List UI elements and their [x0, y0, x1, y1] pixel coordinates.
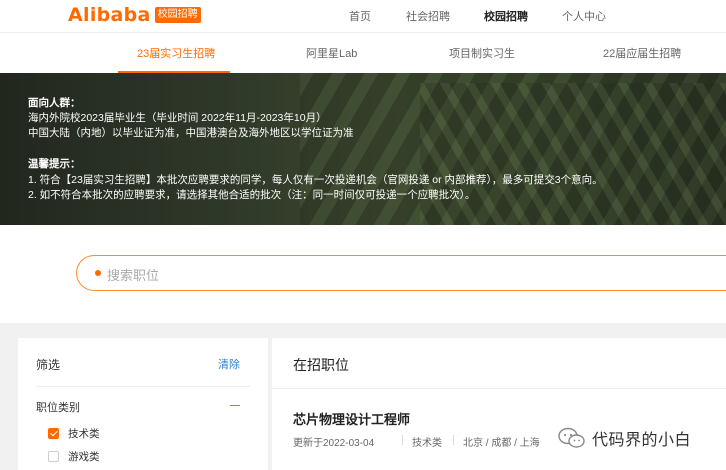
filter-option-tech[interactable]: 技术类 [48, 426, 100, 441]
open-positions-panel: 在招职位 芯片物理设计工程师 更新于2022-03-04 技术类 北京 / 成都… [272, 338, 726, 470]
batch-tabs: 23届实习生招聘 阿里星Lab 项目制实习生 22届应届生招聘 [0, 32, 726, 73]
tips-heading: 温馨提示： [28, 158, 81, 170]
divider [272, 388, 726, 389]
audience-line: 中国大陆（内地）以毕业证为准，中国港澳台及海外地区以学位证为准 [28, 127, 354, 139]
search-placeholder: 搜索职位 [107, 268, 160, 283]
collapse-icon[interactable] [230, 405, 240, 406]
alibaba-logo[interactable]: Alibaba 校园招聘 [68, 4, 201, 26]
divider [36, 386, 250, 387]
audience-line: 海内外院校2023届毕业生（毕业时间 2022年11月-2023年10月） [28, 112, 327, 124]
filter-option-label: 游戏类 [68, 451, 100, 463]
job-updated-date: 更新于2022-03-04 [293, 438, 375, 449]
info-banner: 面向人群： 海内外院校2023届毕业生（毕业时间 2022年11月-2023年1… [0, 73, 726, 225]
nav-campus-recruitment[interactable]: 校园招聘 [484, 8, 528, 24]
banner-overlay [0, 73, 726, 225]
filter-option-label: 技术类 [68, 428, 100, 440]
clear-filter-button[interactable]: 清除 [218, 356, 240, 372]
job-category: 技术类 [412, 438, 442, 449]
tips-line: 2. 如不符合本批次的应聘要求，请选择其他合适的批次（注：同一时间仅可投递一个应… [28, 189, 476, 201]
job-title-link[interactable]: 芯片物理设计工程师 [293, 409, 410, 428]
tips-line: 1. 符合【23届实习生招聘】本批次应聘要求的同学，每人仅有一次投递机会（官网投… [28, 174, 603, 186]
wechat-official-account-icon [558, 427, 585, 448]
tab-22-graduate[interactable]: 22届应届生招聘 [603, 45, 681, 61]
search-section: 搜索职位 [0, 225, 726, 323]
filter-title: 筛选 [36, 358, 61, 372]
search-dot-icon [95, 270, 101, 276]
tab-23-internship[interactable]: 23届实习生招聘 [137, 45, 215, 61]
tab-ali-star-lab[interactable]: 阿里星Lab [306, 45, 357, 61]
meta-separator [453, 435, 454, 445]
checkbox-unchecked[interactable] [48, 451, 59, 462]
top-header: Alibaba 校园招聘 首页 社会招聘 校园招聘 个人中心 [0, 0, 726, 32]
open-positions-heading: 在招职位 [293, 357, 349, 373]
watermark-text: 代码界的小白 [592, 432, 692, 449]
nav-social-recruitment[interactable]: 社会招聘 [406, 8, 450, 24]
meta-separator [402, 435, 403, 445]
tab-project-internship[interactable]: 项目制实习生 [449, 45, 515, 61]
filter-panel: 筛选 清除 职位类别 技术类 游戏类 [18, 338, 268, 470]
nav-personal-center[interactable]: 个人中心 [562, 8, 606, 24]
audience-heading: 面向人群： [28, 97, 81, 109]
filter-option-game[interactable]: 游戏类 [48, 449, 100, 464]
search-input[interactable]: 搜索职位 [76, 255, 726, 291]
logo-badge: 校园招聘 [154, 7, 201, 23]
category-label: 职位类别 [36, 402, 80, 414]
logo-wordmark: Alibaba [68, 4, 151, 26]
nav-home[interactable]: 首页 [349, 8, 371, 24]
checkbox-checked[interactable] [48, 428, 59, 439]
job-locations: 北京 / 成都 / 上海 [463, 438, 540, 449]
watermark: 代码界的小白 [558, 426, 691, 450]
